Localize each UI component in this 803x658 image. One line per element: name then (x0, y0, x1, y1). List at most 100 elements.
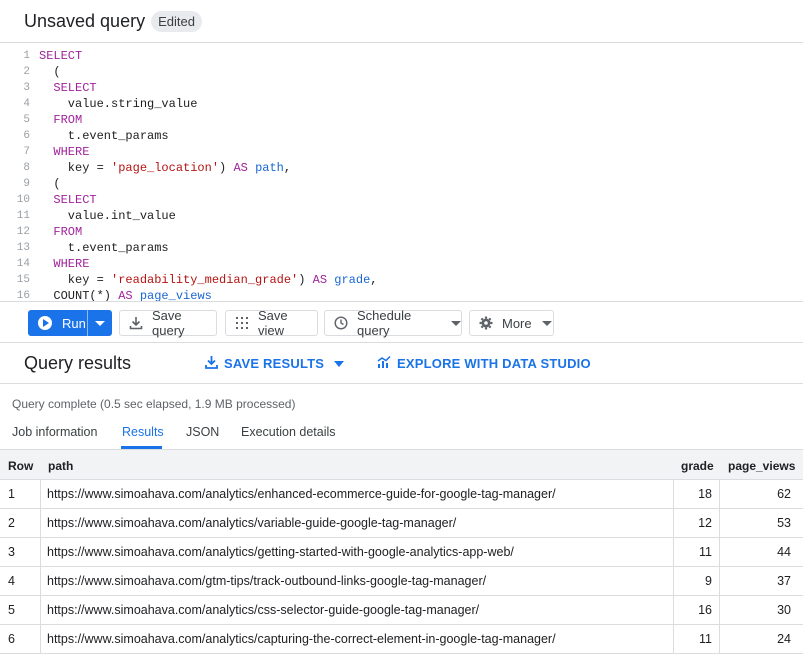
code-line: key = 'readability_median_grade') AS gra… (39, 273, 378, 287)
save-view-label: Save view (258, 308, 288, 338)
more-button[interactable]: More (469, 310, 554, 336)
row-number: 5 (8, 603, 15, 617)
code-line: value.string_value (39, 97, 198, 111)
column-header-page-views: page_views (728, 459, 796, 473)
code-line: value.int_value (39, 209, 176, 223)
download-icon (129, 316, 143, 330)
chevron-down-icon (451, 320, 461, 326)
column-header-row: Row (8, 459, 34, 473)
code-line: FROM (53, 225, 83, 239)
tab-json[interactable]: JSON (186, 425, 219, 439)
page-views-cell: 44 (777, 545, 791, 559)
code-line: ( (39, 65, 61, 79)
save-results-button[interactable]: SAVE RESULTS (205, 355, 345, 372)
page-views-cell: 62 (777, 487, 791, 501)
chevron-down-icon (541, 320, 552, 326)
code-line: FROM (53, 113, 83, 127)
row-number: 3 (8, 545, 15, 559)
code-line: SELECT (53, 193, 97, 207)
schedule-query-label: Schedule query (357, 308, 412, 338)
path-cell: https://www.simoahava.com/analytics/css-… (47, 603, 480, 617)
page-views-cell: 30 (777, 603, 791, 617)
explore-label: EXPLORE WITH DATA STUDIO (397, 356, 591, 371)
line-number: 6 (23, 130, 30, 142)
code-line: key = 'page_location') AS path, (39, 161, 292, 175)
code-line: SELECT (53, 81, 97, 95)
code-line: COUNT(*) AS page_views (39, 289, 212, 301)
run-button[interactable]: Run (28, 310, 112, 336)
grade-cell: 18 (698, 487, 712, 501)
grid-icon (235, 316, 249, 330)
grade-cell: 11 (699, 632, 712, 646)
save-query-label: Save query (152, 308, 185, 338)
line-number: 4 (23, 98, 30, 110)
grade-cell: 9 (705, 574, 712, 588)
more-label: More (502, 315, 532, 331)
page-views-cell: 24 (777, 632, 791, 646)
chart-icon (377, 355, 391, 372)
run-dropdown-icon[interactable] (95, 321, 105, 326)
edited-badge: Edited (151, 10, 202, 32)
table-row: 5 https://www.simoahava.com/analytics/cs… (0, 596, 803, 625)
explore-data-studio-button[interactable]: EXPLORE WITH DATA STUDIO (377, 355, 591, 372)
tab-job-information[interactable]: Job information (12, 425, 97, 439)
tab-results[interactable]: Results (122, 425, 164, 439)
chevron-down-icon (334, 360, 345, 367)
save-results-icon (205, 355, 218, 372)
run-divider (87, 310, 88, 336)
table-header: Row path grade page_views (0, 449, 803, 480)
line-number: 8 (23, 162, 30, 174)
tab-execution-details[interactable]: Execution details (241, 425, 336, 439)
line-number: 15 (16, 274, 30, 286)
code-line: t.event_params (39, 241, 169, 255)
code-line: WHERE (53, 257, 90, 271)
row-number: 6 (8, 632, 15, 646)
query-status: Query complete (0.5 sec elapsed, 1.9 MB … (12, 397, 296, 411)
schedule-query-button[interactable]: Schedule query (324, 308, 462, 338)
line-number: 9 (23, 178, 30, 190)
save-view-button[interactable]: Save view (225, 308, 318, 338)
results-tabs: Job information Results JSON Execution d… (0, 420, 803, 449)
clock-icon (334, 316, 348, 330)
row-number: 1 (8, 487, 15, 501)
line-number: 5 (23, 114, 30, 126)
path-cell: https://www.simoahava.com/analytics/capt… (47, 632, 556, 646)
save-results-label: SAVE RESULTS (224, 356, 325, 371)
line-number: 16 (16, 290, 30, 301)
page-views-cell: 37 (777, 574, 791, 588)
line-number: 2 (23, 66, 30, 78)
line-number: 13 (16, 242, 30, 254)
row-number: 2 (8, 516, 15, 530)
grade-cell: 16 (698, 603, 712, 617)
path-cell: https://www.simoahava.com/analytics/vari… (47, 516, 457, 530)
path-cell: https://www.simoahava.com/gtm-tips/track… (47, 574, 487, 588)
save-query-button[interactable]: Save query (119, 308, 217, 338)
code-line: ( (39, 177, 61, 191)
query-header: Unsaved query Edited (0, 0, 803, 43)
grade-cell: 12 (698, 516, 712, 530)
query-results-title: Query results (24, 353, 132, 373)
line-number: 3 (23, 82, 30, 94)
line-number: 7 (23, 146, 30, 158)
line-number: 1 (23, 50, 30, 62)
column-header-path: path (48, 459, 74, 473)
page-views-cell: 53 (777, 516, 791, 530)
query-results-header: Query results SAVE RESULTS EXPLORE WITH … (0, 343, 803, 384)
grade-cell: 11 (699, 545, 712, 559)
table-row: 3 https://www.simoahava.com/analytics/ge… (0, 538, 803, 567)
table-row: 2 https://www.simoahava.com/analytics/va… (0, 509, 803, 538)
query-title: Unsaved query (24, 10, 146, 31)
play-icon (38, 316, 52, 330)
column-header-grade: grade (681, 459, 714, 473)
path-cell: https://www.simoahava.com/analytics/enha… (47, 487, 556, 501)
code-line: t.event_params (39, 129, 169, 143)
run-label: Run (62, 315, 86, 331)
sql-editor[interactable]: 1 SELECT 2 ( 3 SELECT 4 value.string_valu… (0, 44, 803, 301)
code-line: SELECT (39, 49, 83, 63)
line-number: 12 (16, 226, 30, 238)
code-line: WHERE (53, 145, 90, 159)
line-number: 10 (16, 194, 30, 206)
line-number: 14 (16, 258, 30, 270)
table-row: 4 https://www.simoahava.com/gtm-tips/tra… (0, 567, 803, 596)
table-row: 1 https://www.simoahava.com/analytics/en… (0, 480, 803, 509)
